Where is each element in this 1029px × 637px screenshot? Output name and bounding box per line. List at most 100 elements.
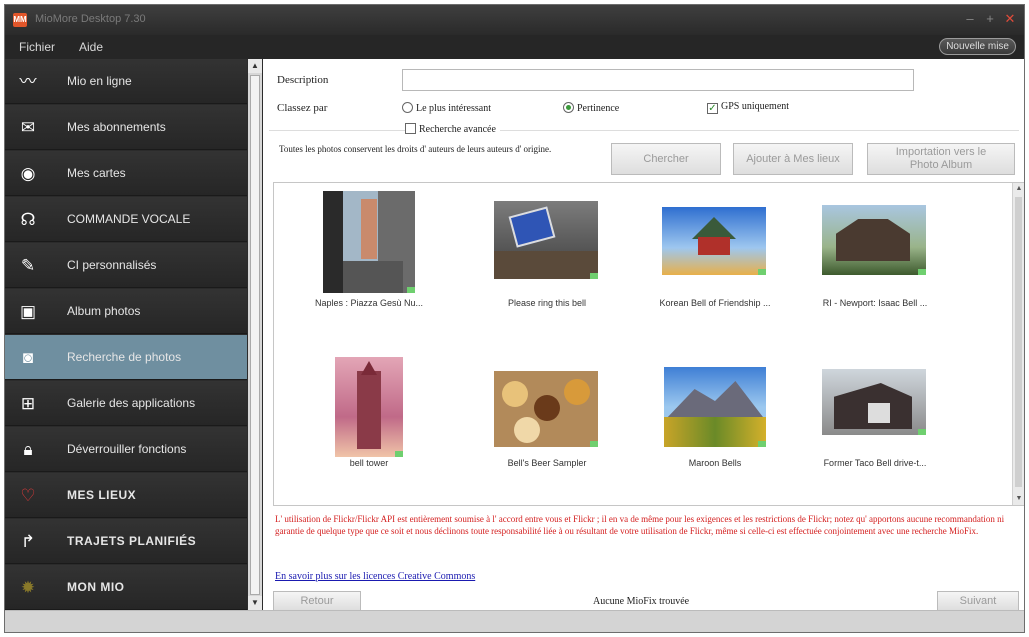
signal-wave-icon: 〰 bbox=[19, 72, 37, 91]
scrollbar-thumb[interactable] bbox=[1015, 197, 1022, 487]
voice-icon: ☊ bbox=[20, 210, 36, 229]
photo-result-5[interactable]: bell tower bbox=[294, 349, 444, 475]
gps-only-checkbox[interactable]: ✓ GPS uniquement bbox=[707, 101, 789, 114]
scroll-down-icon[interactable]: ▼ bbox=[248, 596, 262, 610]
sidebar-item-label: MES LIEUX bbox=[67, 488, 137, 502]
camera-icon: ◙ bbox=[22, 348, 34, 367]
scroll-up-icon[interactable]: ▲ bbox=[248, 59, 262, 73]
results-scrollbar[interactable]: ▲ ▼ bbox=[1012, 183, 1024, 505]
sidebar-item-recherche-de-photos[interactable]: ◙ Recherche de photos bbox=[5, 335, 247, 380]
menu-bar: Fichier Aide Nouvelle mise bbox=[5, 35, 1024, 59]
checkmark-icon: ✓ bbox=[707, 103, 718, 114]
scroll-down-icon[interactable]: ▼ bbox=[1013, 493, 1024, 505]
photo-result-6[interactable]: Bell's Beer Sampler bbox=[472, 349, 622, 475]
scroll-up-icon[interactable]: ▲ bbox=[1013, 183, 1024, 195]
sidebar-item-mes-cartes[interactable]: ◉ Mes cartes bbox=[5, 151, 247, 196]
minimize-button[interactable]: – bbox=[962, 11, 978, 27]
sidebar-item-label: Album photos bbox=[67, 304, 141, 318]
sidebar-item-deverrouiller-fonctions[interactable]: 🔒︎ Déverrouiller fonctions bbox=[5, 427, 247, 472]
maximize-button[interactable]: + bbox=[982, 11, 998, 27]
sidebar-item-mes-lieux[interactable]: ♡ MES LIEUX bbox=[5, 473, 247, 518]
photo-result-8[interactable]: Former Taco Bell drive-t... bbox=[800, 349, 950, 475]
photo-thumbnail bbox=[494, 371, 598, 447]
sidebar-item-mes-abonnements[interactable]: ✉ Mes abonnements bbox=[5, 105, 247, 150]
description-input[interactable] bbox=[402, 69, 914, 91]
sort-option-interesting[interactable]: Le plus intéressant bbox=[402, 102, 491, 114]
photo-caption: Korean Bell of Friendship ... bbox=[659, 298, 771, 308]
photo-thumbnail bbox=[664, 367, 766, 447]
photo-caption: Maroon Bells bbox=[688, 458, 742, 468]
sort-option-label: Pertinence bbox=[577, 103, 620, 114]
radio-selected-icon bbox=[563, 102, 574, 113]
creative-commons-link[interactable]: En savoir plus sur les licences Creative… bbox=[275, 571, 475, 582]
next-button[interactable]: Suivant bbox=[937, 591, 1019, 611]
divider bbox=[269, 130, 1019, 131]
advanced-search-checkbox[interactable]: Recherche avancée bbox=[405, 123, 500, 135]
sidebar-item-mon-mio[interactable]: ✹ MON MIO bbox=[5, 565, 247, 610]
photo-thumbnail bbox=[323, 191, 415, 293]
sidebar-item-label: COMMANDE VOCALE bbox=[67, 212, 191, 226]
photo-result-3[interactable]: Korean Bell of Friendship ... bbox=[640, 189, 790, 315]
import-album-button[interactable]: Importation vers le Photo Album bbox=[867, 143, 1015, 175]
add-to-places-button[interactable]: Ajouter à Mes lieux bbox=[733, 143, 853, 175]
sidebar-item-trajets-planifies[interactable]: ↱ TRAJETS PLANIFIÉS bbox=[5, 519, 247, 564]
photo-caption: Naples : Piazza Gesù Nu... bbox=[314, 298, 424, 308]
news-button[interactable]: Nouvelle mise bbox=[939, 38, 1016, 55]
sidebar-item-album-photos[interactable]: ▣ Album photos bbox=[5, 289, 247, 334]
app-window: MM MioMore Desktop 7.30 – + ✕ Fichier Ai… bbox=[4, 4, 1025, 633]
sidebar-item-label: Recherche de photos bbox=[67, 350, 182, 364]
photo-result-7[interactable]: Maroon Bells bbox=[640, 349, 790, 475]
photo-caption: RI - Newport: Isaac Bell ... bbox=[822, 298, 928, 308]
close-button[interactable]: ✕ bbox=[1002, 11, 1018, 27]
back-button[interactable]: Retour bbox=[273, 591, 361, 611]
copyright-note: Toutes les photos conservent les droits … bbox=[279, 144, 552, 154]
sidebar-item-label: TRAJETS PLANIFIÉS bbox=[67, 534, 197, 548]
lock-icon: 🔒︎ bbox=[23, 440, 33, 459]
search-button[interactable]: Chercher bbox=[611, 143, 721, 175]
gear-icon: ✹ bbox=[20, 578, 36, 597]
sidebar-item-label: Mio en ligne bbox=[67, 74, 132, 88]
photo-thumbnail bbox=[822, 369, 926, 435]
photo-result-1[interactable]: Naples : Piazza Gesù Nu... bbox=[294, 189, 444, 315]
status-text: Aucune MioFix trouvée bbox=[593, 596, 690, 607]
sidebar-item-ci-personnalises[interactable]: ✎ CI personnalisés bbox=[5, 243, 247, 288]
sort-option-relevance[interactable]: Pertinence bbox=[563, 102, 619, 114]
sidebar-item-label: Mes abonnements bbox=[67, 120, 166, 134]
menu-fichier[interactable]: Fichier bbox=[19, 40, 55, 54]
sort-option-label: Le plus intéressant bbox=[416, 103, 491, 114]
window-title: MioMore Desktop 7.30 bbox=[35, 13, 146, 25]
menu-aide[interactable]: Aide bbox=[79, 40, 103, 54]
sort-label: Classez par bbox=[277, 102, 328, 114]
photo-results-grid: Naples : Piazza Gesù Nu... Please ring t… bbox=[273, 182, 1024, 506]
brush-icon: ✎ bbox=[20, 256, 36, 275]
sidebar-item-label: Galerie des applications bbox=[67, 396, 196, 410]
sidebar-item-label: MON MIO bbox=[67, 580, 125, 594]
photo-caption: bell tower bbox=[349, 458, 389, 468]
app-logo-icon: MM bbox=[13, 13, 27, 27]
sidebar-item-label: Déverrouiller fonctions bbox=[67, 442, 187, 456]
photo-caption: Bell's Beer Sampler bbox=[507, 458, 587, 468]
flickr-legal-notice: L' utilisation de Flickr/Flickr API est … bbox=[275, 514, 1005, 536]
photo-result-2[interactable]: Please ring this bell bbox=[472, 189, 622, 315]
sidebar-item-label: CI personnalisés bbox=[67, 258, 157, 272]
route-icon: ↱ bbox=[20, 532, 36, 551]
sidebar-scrollbar[interactable]: ▲ ▼ bbox=[248, 59, 262, 610]
sidebar-item-commande-vocale[interactable]: ☊ COMMANDE VOCALE bbox=[5, 197, 247, 242]
footer-bar: Retour Aucune MioFix trouvée Suivant bbox=[263, 589, 1024, 611]
sidebar-item-label: Mes cartes bbox=[67, 166, 126, 180]
photo-thumbnail bbox=[662, 207, 766, 275]
photo-caption: Please ring this bell bbox=[507, 298, 587, 308]
photo-thumbnail bbox=[822, 205, 926, 275]
status-bar bbox=[5, 610, 1024, 632]
heart-icon: ♡ bbox=[20, 486, 36, 505]
sidebar: 〰 Mio en ligne ✉ Mes abonnements ◉ Mes c… bbox=[5, 59, 247, 610]
sidebar-item-mio-en-ligne[interactable]: 〰 Mio en ligne bbox=[5, 59, 247, 104]
title-bar: MM MioMore Desktop 7.30 – + ✕ bbox=[5, 5, 1024, 35]
description-label: Description bbox=[277, 74, 329, 86]
scrollbar-thumb[interactable] bbox=[250, 75, 260, 595]
album-icon: ▣ bbox=[19, 302, 37, 321]
sidebar-item-galerie-des-applications[interactable]: ⊞ Galerie des applications bbox=[5, 381, 247, 426]
envelope-icon: ✉ bbox=[20, 118, 36, 137]
photo-result-4[interactable]: RI - Newport: Isaac Bell ... bbox=[800, 189, 950, 315]
checkbox-empty-icon bbox=[405, 123, 416, 134]
